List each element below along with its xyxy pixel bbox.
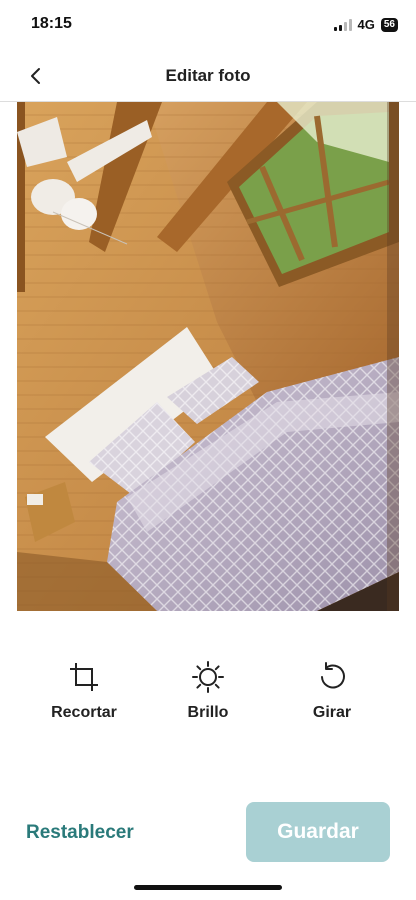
room-photo (17, 102, 399, 611)
status-time: 18:15 (31, 15, 72, 32)
crop-icon (67, 660, 101, 694)
crop-label: Recortar (51, 704, 117, 721)
brightness-label: Brillo (187, 704, 229, 721)
brightness-icon (191, 660, 225, 694)
home-indicator[interactable] (134, 885, 282, 890)
reset-button[interactable]: Restablecer (26, 822, 134, 844)
rotate-tool[interactable]: Girar (277, 660, 387, 722)
status-bar: 18:15 4G 56 (0, 0, 416, 50)
crop-tool[interactable]: Recortar (29, 660, 139, 722)
save-button[interactable]: Guardar (246, 802, 390, 862)
rotate-icon (315, 660, 349, 694)
edit-tools: Recortar Brillo Girar (0, 660, 416, 740)
photo-preview (17, 102, 399, 611)
brightness-tool[interactable]: Brillo (153, 660, 263, 722)
network-type: 4G (357, 17, 375, 32)
header: Editar foto (0, 50, 416, 102)
rotate-label: Girar (312, 704, 352, 721)
footer: Restablecer Guardar (0, 800, 416, 864)
battery-level: 56 (380, 17, 398, 32)
page-title: Editar foto (165, 66, 251, 85)
status-indicators: 4G 56 (333, 17, 398, 32)
signal-icon (333, 18, 352, 31)
